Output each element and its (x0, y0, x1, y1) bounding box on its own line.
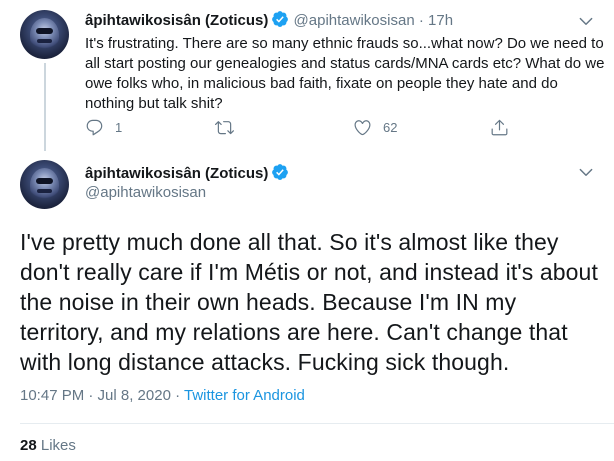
tweet1-author-name[interactable]: âpihtawikosisân (Zoticus) (85, 12, 268, 29)
tweet1-text: It's frustrating. There are so many ethn… (85, 35, 605, 112)
thread-connector-line (44, 63, 46, 151)
verified-badge-icon (272, 11, 289, 27)
tweet2-handle[interactable]: @apihtawikosisan (85, 184, 206, 201)
tweet2-author-row: âpihtawikosisân (Zoticus) (85, 163, 289, 182)
like-icon (354, 120, 371, 136)
avatar[interactable] (20, 10, 69, 59)
share-button[interactable] (490, 118, 509, 137)
tweet2-author-name[interactable]: âpihtawikosisân (Zoticus) (85, 165, 268, 182)
like-count: 62 (383, 120, 398, 135)
tweet2-timestamp[interactable]: 10:47 PM · Jul 8, 2020 (20, 387, 171, 404)
meta-separator: · (170, 387, 184, 404)
share-icon (491, 119, 508, 136)
likes-count: 28 (20, 437, 37, 454)
reply-icon (86, 119, 103, 136)
retweet-icon (215, 121, 234, 135)
chevron-down-icon[interactable] (577, 163, 595, 181)
tweet1-handle[interactable]: @apihtawikosisan (294, 12, 415, 29)
likes-label: Likes (40, 437, 76, 454)
tweet2-text: I've pretty much done all that. So it's … (20, 229, 598, 375)
tweet1-separator: · (418, 12, 424, 29)
verified-badge-icon (272, 164, 289, 180)
likes-stat[interactable]: 28 Likes (20, 437, 76, 454)
tweet1-time[interactable]: 17h (428, 12, 453, 29)
tweet2-source-link[interactable]: Twitter for Android (184, 387, 305, 404)
chevron-down-icon[interactable] (577, 12, 595, 30)
tweet1-actions: 1 62 (85, 118, 525, 140)
divider (20, 423, 614, 424)
reply-count: 1 (115, 120, 123, 135)
tweet1-header: âpihtawikosisân (Zoticus) @apihtawikosis… (85, 10, 453, 29)
tweet2-metadata: 10:47 PM · Jul 8, 2020 · Twitter for And… (20, 387, 305, 404)
reply-button[interactable]: 1 (85, 118, 122, 137)
retweet-button[interactable] (215, 118, 234, 137)
like-button[interactable]: 62 (353, 118, 397, 137)
avatar[interactable] (20, 160, 69, 209)
